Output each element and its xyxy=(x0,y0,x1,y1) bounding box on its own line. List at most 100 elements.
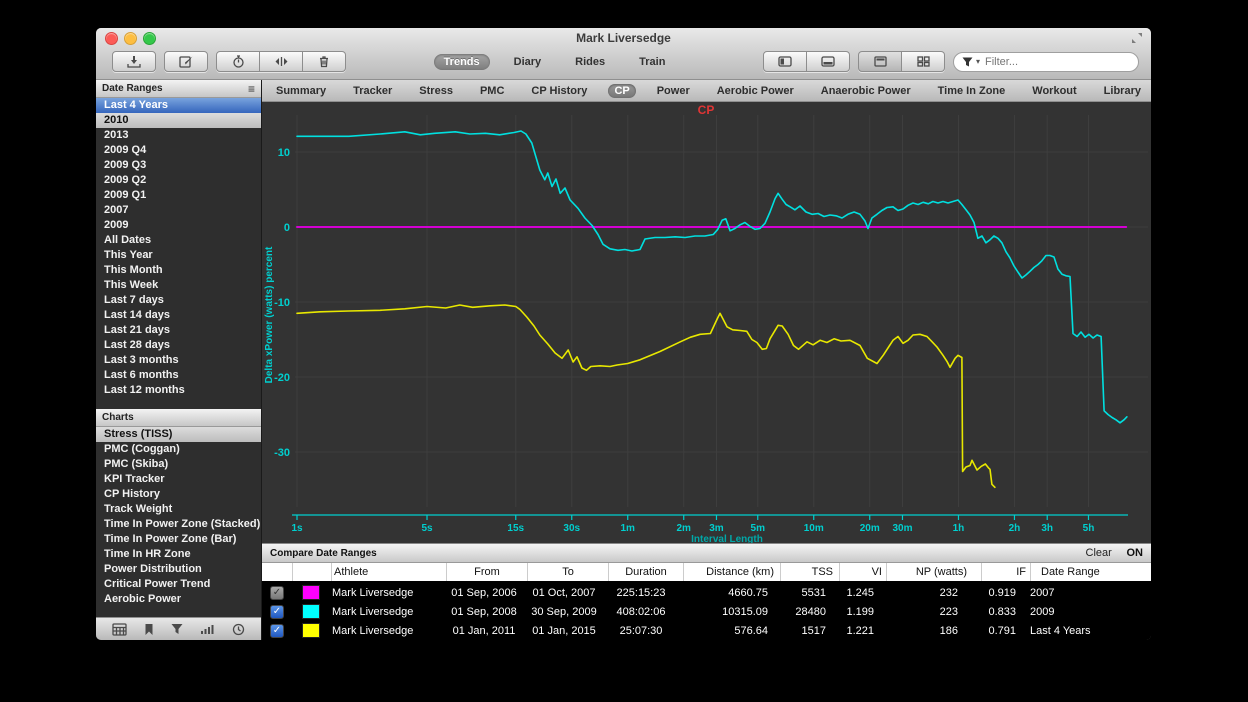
date-range-item-2009-q3[interactable]: 2009 Q3 xyxy=(96,158,261,173)
edit-activity-button[interactable] xyxy=(164,51,208,72)
calendar-icon[interactable] xyxy=(112,623,127,636)
tab-time-in-zone[interactable]: Time In Zone xyxy=(932,84,1012,98)
view-selector: Trends Diary Rides Train xyxy=(434,54,676,70)
tab-cp-history[interactable]: CP History xyxy=(525,84,593,98)
date-range-item-last-12-months[interactable]: Last 12 months xyxy=(96,383,261,398)
chart-item-power-distribution[interactable]: Power Distribution xyxy=(96,562,261,577)
tab-stress[interactable]: Stress xyxy=(413,84,459,98)
tab-anaerobic-power[interactable]: Anaerobic Power xyxy=(815,84,917,98)
fullscreen-icon[interactable] xyxy=(1131,32,1143,44)
chart-item-time-in-power-zone-bar[interactable]: Time In Power Zone (Bar) xyxy=(96,532,261,547)
date-range-item-2013[interactable]: 2013 xyxy=(96,128,261,143)
date-range-item-2010[interactable]: 2010 xyxy=(96,113,261,128)
date-range-item-2009-q4[interactable]: 2009 Q4 xyxy=(96,143,261,158)
stopwatch-button[interactable] xyxy=(216,51,260,72)
chart-item-kpi-tracker[interactable]: KPI Tracker xyxy=(96,472,261,487)
cell-if: 0.791 xyxy=(972,621,1020,640)
date-range-item-this-year[interactable]: This Year xyxy=(96,248,261,263)
tab-pmc[interactable]: PMC xyxy=(474,84,510,98)
series-line-2009 xyxy=(297,131,1127,423)
tab-workout[interactable]: Workout xyxy=(1026,84,1082,98)
panel-toggle-group xyxy=(763,51,850,72)
filter-field[interactable]: ▾ xyxy=(953,52,1139,72)
date-range-item-last-4-years[interactable]: Last 4 Years xyxy=(96,98,261,113)
cell-to: 01 Jan, 2015 xyxy=(524,621,604,640)
view-tab-trends[interactable]: Trends xyxy=(434,54,490,70)
date-range-item-this-month[interactable]: This Month xyxy=(96,263,261,278)
chart-item-track-weight[interactable]: Track Weight xyxy=(96,502,261,517)
date-range-item-last-7-days[interactable]: Last 7 days xyxy=(96,293,261,308)
tabbed-view-button[interactable] xyxy=(858,51,902,72)
date-ranges-header: Date Ranges ≡ xyxy=(96,80,261,98)
tab-aerobic-power[interactable]: Aerobic Power xyxy=(711,84,800,98)
chart-bars-icon[interactable] xyxy=(200,623,215,635)
date-range-item-2009-q2[interactable]: 2009 Q2 xyxy=(96,173,261,188)
date-range-item-last-14-days[interactable]: Last 14 days xyxy=(96,308,261,323)
compare-row-2007: ✓Mark Liversedge01 Sep, 200601 Oct, 2007… xyxy=(262,583,1151,602)
date-range-item-2007[interactable]: 2007 xyxy=(96,203,261,218)
view-tab-diary[interactable]: Diary xyxy=(504,54,552,70)
chart-item-stress-tiss[interactable]: Stress (TISS) xyxy=(96,427,261,442)
row-checkbox[interactable]: ✓ xyxy=(270,605,284,619)
filter-dropdown-icon[interactable]: ▾ xyxy=(976,57,980,66)
clock-icon[interactable] xyxy=(232,623,245,636)
toggle-lowbar-button[interactable] xyxy=(807,51,850,72)
date-range-item-this-week[interactable]: This Week xyxy=(96,278,261,293)
cell-duration: 408:02:06 xyxy=(604,602,678,621)
chart-item-time-in-power-zone-stacked[interactable]: Time In Power Zone (Stacked) xyxy=(96,517,261,532)
cell-distance: 10315.09 xyxy=(678,602,774,621)
cp-chart-svg[interactable]: 100-10-20-301s5s15s30s1m2m3m5m10m20m30m1… xyxy=(262,102,1151,543)
date-range-item-last-21-days[interactable]: Last 21 days xyxy=(96,323,261,338)
chart-item-pmc-skiba[interactable]: PMC (Skiba) xyxy=(96,457,261,472)
date-range-item-all-dates[interactable]: All Dates xyxy=(96,233,261,248)
tab-summary[interactable]: Summary xyxy=(270,84,332,98)
toggle-sidebar-button[interactable] xyxy=(763,51,807,72)
clear-button[interactable]: Clear xyxy=(1086,547,1112,559)
titlebar[interactable]: Mark Liversedge xyxy=(96,28,1151,48)
compare-rows: ✓Mark Liversedge01 Sep, 200601 Oct, 2007… xyxy=(262,583,1151,640)
x-axis-tick-label: 1m xyxy=(621,523,636,534)
cell-tss: 1517 xyxy=(774,621,832,640)
filter-input[interactable] xyxy=(983,55,1130,69)
cell-date-range: 2009 xyxy=(1020,602,1151,621)
tab-library[interactable]: Library xyxy=(1098,84,1147,98)
row-checkbox[interactable]: ✓ xyxy=(270,586,284,600)
chart-item-pmc-coggan[interactable]: PMC (Coggan) xyxy=(96,442,261,457)
cell-vi: 1.245 xyxy=(832,583,878,602)
filter-icon[interactable] xyxy=(171,623,183,635)
chart-title: CP xyxy=(698,103,715,117)
tiled-view-button[interactable] xyxy=(902,51,945,72)
tab-cp[interactable]: CP xyxy=(608,84,635,98)
cell-np: 223 xyxy=(878,602,972,621)
chart-item-time-in-hr-zone[interactable]: Time In HR Zone xyxy=(96,547,261,562)
window-title: Mark Liversedge xyxy=(96,31,1151,45)
cell-duration: 225:15:23 xyxy=(604,583,678,602)
date-range-item-last-3-months[interactable]: Last 3 months xyxy=(96,353,261,368)
download-button[interactable] xyxy=(112,51,156,72)
tab-tracker[interactable]: Tracker xyxy=(347,84,398,98)
delete-activity-button[interactable] xyxy=(303,51,346,72)
date-range-item-last-28-days[interactable]: Last 28 days xyxy=(96,338,261,353)
compare-on-button[interactable]: ON xyxy=(1127,547,1144,559)
date-ranges-menu-icon[interactable]: ≡ xyxy=(248,84,255,94)
compare-title: Compare Date Ranges xyxy=(270,548,377,559)
view-tab-rides[interactable]: Rides xyxy=(565,54,615,70)
cp-chart[interactable]: 100-10-20-301s5s15s30s1m2m3m5m10m20m30m1… xyxy=(262,102,1151,543)
chart-item-critical-power-trend[interactable]: Critical Power Trend xyxy=(96,577,261,592)
x-axis-tick-label: 5m xyxy=(751,523,766,534)
row-checkbox[interactable]: ✓ xyxy=(270,624,284,638)
chart-item-aerobic-power[interactable]: Aerobic Power xyxy=(96,592,261,607)
x-axis-tick-label: 15s xyxy=(507,523,524,534)
bookmark-icon[interactable] xyxy=(144,623,154,636)
split-activity-button[interactable] xyxy=(260,51,303,72)
date-range-item-last-6-months[interactable]: Last 6 months xyxy=(96,368,261,383)
tab-power[interactable]: Power xyxy=(651,84,696,98)
range-color-swatch xyxy=(302,623,320,638)
compare-panel: Compare Date Ranges Clear ON AthleteFrom… xyxy=(262,543,1151,640)
chart-item-cp-history[interactable]: CP History xyxy=(96,487,261,502)
sidebar-spacer-2 xyxy=(96,607,261,618)
x-axis-tick-label: 1s xyxy=(291,523,303,534)
view-tab-train[interactable]: Train xyxy=(629,54,675,70)
date-range-item-2009-q1[interactable]: 2009 Q1 xyxy=(96,188,261,203)
date-range-item-2009[interactable]: 2009 xyxy=(96,218,261,233)
